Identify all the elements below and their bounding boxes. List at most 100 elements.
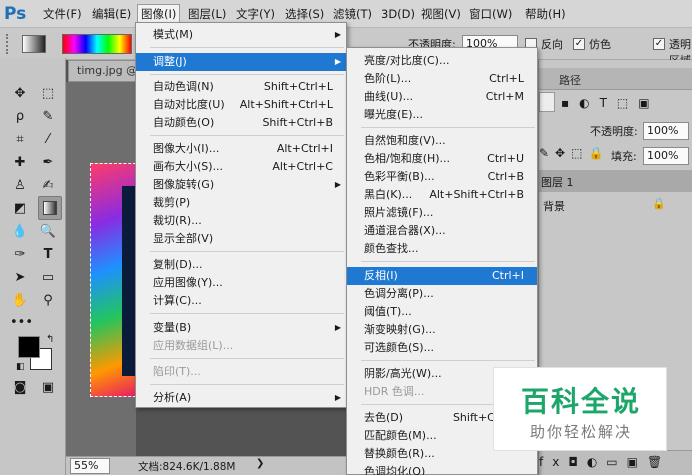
path-select-tool-icon[interactable]: ➤: [10, 268, 30, 288]
tab-paths[interactable]: 路径: [559, 72, 581, 88]
menu-item-adjust[interactable]: 调整(J) ▶: [136, 53, 346, 71]
menu-view[interactable]: 视图(V): [418, 4, 464, 24]
eyedropper-tool-icon[interactable]: ⁄: [38, 130, 58, 150]
menu-item-brightness-contrast[interactable]: 亮度/对比度(C)...: [347, 52, 537, 70]
menu-image[interactable]: 图像(I): [137, 4, 181, 24]
zoom-level-input[interactable]: 55%: [70, 458, 110, 474]
menu-item-variables[interactable]: 变量(B) ▶: [136, 319, 346, 337]
menu-item-mode[interactable]: 模式(M) ▶: [136, 26, 346, 44]
menu-item-levels[interactable]: 色阶(L)... Ctrl+L: [347, 70, 537, 88]
menu-item-gradient-map[interactable]: 渐变映射(G)...: [347, 321, 537, 339]
history-brush-tool-icon[interactable]: ✍: [38, 176, 58, 196]
clone-stamp-tool-icon[interactable]: ♙: [10, 176, 30, 196]
menu-item-crop[interactable]: 裁剪(P): [136, 194, 346, 212]
transparency-checkbox[interactable]: ✓: [653, 38, 665, 50]
menu-item-duplicate[interactable]: 复制(D)...: [136, 256, 346, 274]
menu-filter[interactable]: 滤镜(T): [330, 4, 375, 24]
zoom-tool-icon[interactable]: ⚲: [38, 291, 58, 311]
brush-tool-icon[interactable]: ✒: [38, 153, 58, 173]
fill-input[interactable]: 100%: [643, 147, 689, 165]
gradient-tool-icon[interactable]: [38, 196, 62, 220]
menu-item-canvas-size[interactable]: 画布大小(S)... Alt+Ctrl+C: [136, 158, 346, 176]
more-tools-icon[interactable]: •••: [10, 313, 33, 333]
menu-item-auto-color[interactable]: 自动颜色(O) Shift+Ctrl+B: [136, 114, 346, 132]
window-controls: [600, 6, 685, 22]
options-grip-icon: [6, 34, 18, 54]
menu-help[interactable]: 帮助(H): [522, 4, 569, 24]
menu-item-vibrance[interactable]: 自然饱和度(V)...: [347, 132, 537, 150]
menu-select[interactable]: 选择(S): [282, 4, 327, 24]
lock-icon: 🔒: [652, 197, 666, 210]
menu-item-selective-color[interactable]: 可选颜色(S)...: [347, 339, 537, 357]
menu-window[interactable]: 窗口(W): [466, 4, 515, 24]
menu-item-trap: 陷印(T)...: [153, 365, 201, 378]
pen-tool-icon[interactable]: ✑: [10, 245, 30, 265]
layer-row[interactable]: 背景 🔒: [539, 194, 692, 216]
layer-actions-bar: fx◘◐▭▣🗑: [539, 450, 692, 475]
menu-file[interactable]: 文件(F): [40, 4, 85, 24]
document-tab[interactable]: timg.jpg @: [68, 60, 140, 82]
menu-item-apply-data-set: 应用数据组(L)...: [153, 339, 234, 352]
menu-item-equalize[interactable]: 色调均化(Q): [347, 463, 537, 475]
menu-item-photo-filter[interactable]: 照片滤镜(F)...: [347, 204, 537, 222]
quick-mask-icon[interactable]: ◙: [10, 378, 30, 398]
dither-checkbox[interactable]: ✓: [573, 38, 585, 50]
layer-filter-icons[interactable]: ▪◐T⬚▣: [561, 96, 660, 110]
menu-item-calculations[interactable]: 计算(C)...: [136, 292, 346, 310]
menu-item-color-lookup[interactable]: 颜色查找...: [347, 240, 537, 258]
layer-filter-dropdown[interactable]: [539, 92, 555, 112]
blur-tool-icon[interactable]: 💧: [10, 222, 30, 242]
layer-action-icons[interactable]: fx◘◐▭▣🗑: [539, 455, 671, 469]
swap-colors-icon[interactable]: ↰: [46, 334, 54, 345]
dodge-tool-icon[interactable]: 🔍: [38, 222, 58, 242]
lasso-tool-icon[interactable]: ρ: [10, 107, 30, 127]
watermark: 百科全说 助你轻松解决: [493, 367, 667, 451]
watermark-title: 百科全说: [520, 385, 641, 418]
move-tool-icon[interactable]: ✥: [10, 84, 30, 104]
menu-item-threshold[interactable]: 阈值(T)...: [347, 303, 537, 321]
menu-item-exposure[interactable]: 曝光度(E)...: [347, 106, 537, 124]
menu-layer[interactable]: 图层(L): [185, 4, 229, 24]
submenu-arrow-icon: ▶: [334, 57, 341, 66]
menu-item-hue-saturation[interactable]: 色相/饱和度(H)... Ctrl+U: [347, 150, 537, 168]
menu-item-invert[interactable]: 反相(I) Ctrl+I: [347, 267, 537, 285]
reverse-label: 反向: [541, 38, 563, 51]
menu-item-auto-tone[interactable]: 自动色调(N) Shift+Ctrl+L: [136, 78, 346, 96]
quick-select-tool-icon[interactable]: ✎: [38, 107, 58, 127]
foreground-color-swatch[interactable]: [18, 336, 40, 358]
menu-item-image-rotation[interactable]: 图像旋转(G) ▶: [136, 176, 346, 194]
menu-item-auto-contrast[interactable]: 自动对比度(U) Alt+Shift+Ctrl+L: [136, 96, 346, 114]
menu-item-posterize[interactable]: 色调分离(P)...: [347, 285, 537, 303]
menu-item-black-white[interactable]: 黑白(K)... Alt+Shift+Ctrl+B: [347, 186, 537, 204]
default-colors-icon[interactable]: ◧: [16, 362, 25, 372]
doc-info-text: 文档:824.6K/1.88M: [138, 461, 236, 473]
healing-brush-tool-icon[interactable]: ✚: [10, 153, 30, 173]
gradient-tool-preset-icon[interactable]: [22, 35, 46, 53]
layer-row-selected[interactable]: 图层 1: [539, 170, 692, 192]
menu-3d[interactable]: 3D(D): [378, 4, 418, 24]
image-content: [122, 186, 136, 376]
marquee-tool-icon[interactable]: ⬚: [38, 84, 58, 104]
lock-icons[interactable]: ✎✥⬚🔒: [539, 146, 609, 160]
gradient-picker[interactable]: [62, 34, 132, 54]
screen-mode-icon[interactable]: ▣: [38, 378, 58, 398]
status-menu-arrow-icon[interactable]: ❯: [256, 458, 264, 469]
menu-item-color-balance[interactable]: 色彩平衡(B)... Ctrl+B: [347, 168, 537, 186]
menu-item-apply-image[interactable]: 应用图像(Y)...: [136, 274, 346, 292]
layer-opacity-input[interactable]: 100%: [643, 122, 689, 140]
menu-item-curves[interactable]: 曲线(U)... Ctrl+M: [347, 88, 537, 106]
crop-tool-icon[interactable]: ⌗: [10, 130, 30, 150]
menu-item-reveal-all[interactable]: 显示全部(V): [136, 230, 346, 248]
menu-item-image-size[interactable]: 图像大小(I)... Alt+Ctrl+I: [136, 140, 346, 158]
menu-item-trim[interactable]: 裁切(R)...: [136, 212, 346, 230]
rectangle-tool-icon[interactable]: ▭: [38, 268, 58, 288]
hand-tool-icon[interactable]: ✋: [10, 291, 30, 311]
eraser-tool-icon[interactable]: ◩: [10, 199, 30, 219]
menu-edit[interactable]: 编辑(E): [89, 4, 134, 24]
image-menu: 模式(M) ▶ 调整(J) ▶ 自动色调(N) Shift+Ctrl+L 自动对比度(…: [135, 22, 347, 408]
menu-type[interactable]: 文字(Y): [233, 4, 278, 24]
type-tool-icon[interactable]: T: [38, 245, 58, 265]
menu-item-channel-mixer[interactable]: 通道混合器(X)...: [347, 222, 537, 240]
menu-item-analysis[interactable]: 分析(A) ▶: [136, 389, 346, 407]
layer-name: 图层 1: [541, 176, 574, 189]
